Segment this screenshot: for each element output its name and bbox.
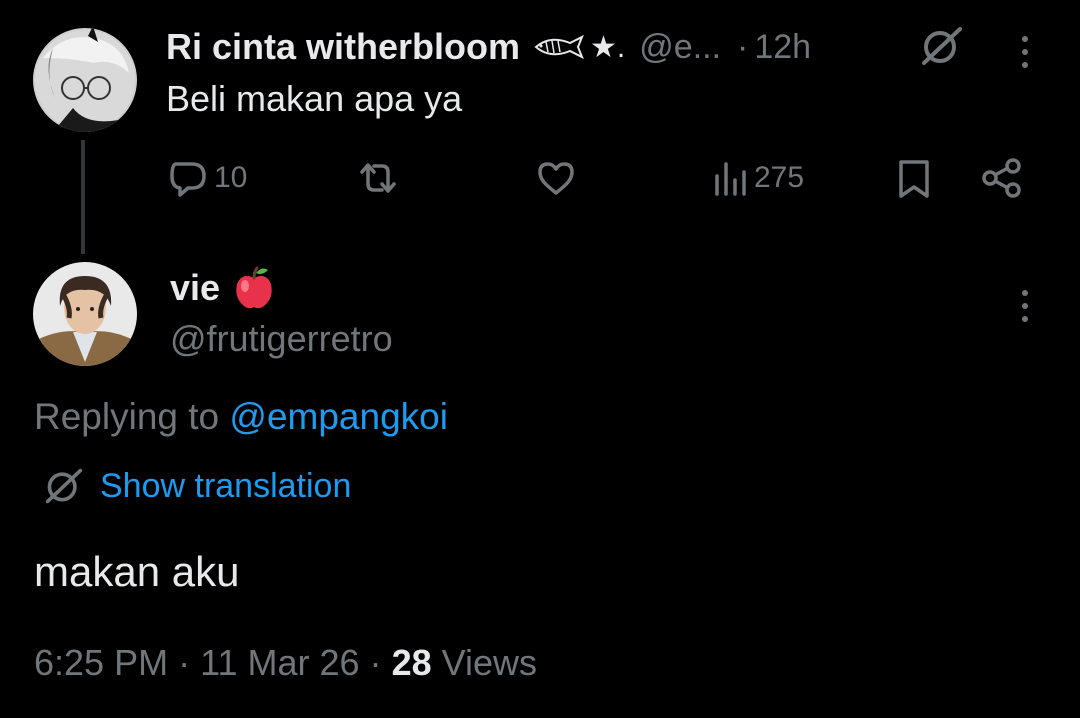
retweet-action[interactable]	[356, 158, 406, 198]
reply-count: 10	[214, 161, 248, 194]
thread-line	[81, 140, 85, 254]
tweet-text: makan aku	[34, 548, 240, 595]
bookmark-icon[interactable]	[896, 158, 932, 200]
show-translation-button[interactable]: Show translation	[44, 466, 351, 506]
reply-action[interactable]: 10	[168, 158, 247, 198]
grok-translate-icon	[44, 466, 84, 506]
retweet-icon	[356, 158, 400, 198]
parent-time[interactable]: 12h	[754, 28, 811, 67]
reply-icon	[168, 158, 208, 198]
meta-sep-2: ·	[369, 642, 382, 683]
author-name-row: vie	[170, 264, 278, 312]
tweet-time[interactable]: 6:25 PM	[34, 642, 168, 683]
replying-label: Replying to	[34, 396, 220, 437]
parent-avatar[interactable]	[33, 28, 137, 132]
author-handle[interactable]: @frutigerretro	[170, 318, 393, 360]
fish-emoji	[532, 33, 586, 61]
parent-text: Beli makan apa ya	[166, 78, 463, 119]
parent-display-name[interactable]: Ri cinta witherbloom	[166, 26, 520, 68]
show-translation-label: Show translation	[100, 466, 352, 505]
tweet-more-icon[interactable]	[1021, 290, 1029, 322]
share-icon[interactable]	[980, 156, 1024, 200]
parent-time-sep: ·	[737, 27, 749, 66]
views-label[interactable]: Views	[442, 642, 537, 683]
author-display-name[interactable]: vie	[170, 267, 220, 309]
parent-more-icon[interactable]	[1021, 36, 1029, 68]
tweet-date[interactable]: 11 Mar 26	[200, 642, 359, 683]
meta-sep-1: ·	[178, 642, 191, 683]
apple-emoji	[230, 264, 278, 312]
replying-handle-link[interactable]: @empangkoi	[229, 396, 448, 437]
author-avatar[interactable]	[33, 262, 137, 366]
views-icon	[712, 158, 748, 198]
tweet-meta: 6:25 PM · 11 Mar 26 · 28 Views	[34, 642, 537, 684]
views-action[interactable]: 275	[712, 158, 804, 198]
grok-translate-icon[interactable]	[920, 24, 964, 68]
parent-handle[interactable]: @e...	[639, 28, 721, 67]
views-number[interactable]: 28	[392, 642, 432, 683]
like-icon	[536, 158, 576, 198]
replying-to: Replying to @empangkoi	[34, 396, 448, 438]
like-action[interactable]	[536, 158, 582, 198]
views-count: 275	[754, 161, 805, 194]
parent-header: Ri cinta witherbloom ★. @e... · 12h	[166, 24, 811, 70]
parent-name-suffix: ★.	[590, 30, 626, 64]
